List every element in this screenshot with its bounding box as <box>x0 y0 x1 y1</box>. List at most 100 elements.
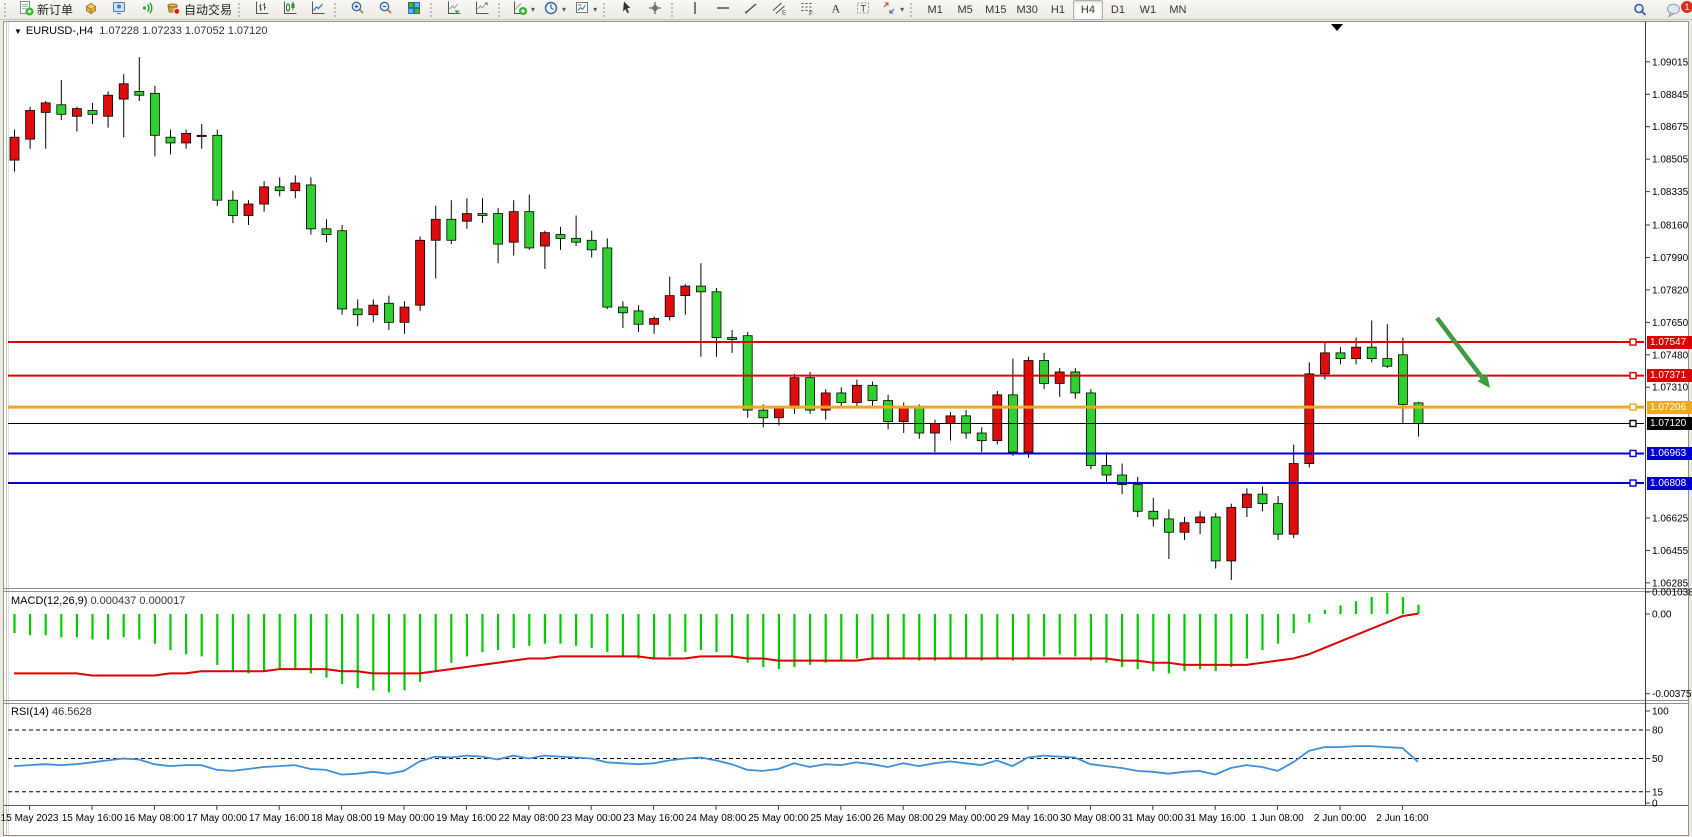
line-drag-handle[interactable] <box>1630 420 1636 426</box>
toolbar-group-grip <box>910 3 916 17</box>
timeframe-m30-button[interactable]: M30 <box>1012 0 1043 20</box>
toolbar-horizontal-line-button[interactable] <box>709 0 737 20</box>
rsi-tick-label: 80 <box>1652 726 1664 737</box>
time-axis-label: 19 May 00:00 <box>374 813 435 824</box>
toolbar-trendline-button[interactable] <box>737 0 765 20</box>
tiles-icon <box>406 0 422 19</box>
toolbar-right-group: 1 <box>1626 1 1688 21</box>
chevron-down-icon[interactable]: ▾ <box>562 6 566 14</box>
price-tick-label: 1.06455 <box>1652 546 1689 557</box>
time-axis-label: 18 May 08:00 <box>311 813 372 824</box>
time-axis-label: 31 May 00:00 <box>1122 813 1183 824</box>
toolbar-group-grip <box>671 3 677 17</box>
toolbar-line-chart-type-button[interactable] <box>304 0 332 20</box>
toolbar-chart-shift-button[interactable] <box>468 0 496 20</box>
toolbar-group-grip <box>334 3 340 17</box>
time-axis-label: 31 May 16:00 <box>1185 813 1246 824</box>
toolbar-candle-chart-type-button[interactable] <box>276 0 304 20</box>
price-tick-label: 1.08160 <box>1652 221 1689 232</box>
linechart-icon <box>310 0 326 19</box>
toolbar-arrows-button[interactable]: ▾ <box>877 0 908 20</box>
time-axis-label: 23 May 16:00 <box>623 813 684 824</box>
toolbar-crosshair-button[interactable] <box>641 0 669 20</box>
timeframe-h1-button[interactable]: H1 <box>1043 0 1073 20</box>
price-tick-label: 1.07650 <box>1652 318 1689 329</box>
toolbar-algo-trading-button[interactable]: 自动交易 <box>161 0 236 20</box>
time-axis-label: 29 May 00:00 <box>935 813 996 824</box>
trading-terminal: 新订单 自动交易 ▾ ▾ ▾ E F AT ▾ M1M5M15M30H1H4D1W1MN 1 1.0… <box>0 0 1692 837</box>
line-drag-handle[interactable] <box>1630 480 1636 486</box>
autoscroll-icon <box>446 0 462 19</box>
price-tick-label: 1.07480 <box>1652 350 1689 361</box>
time-axis-label: 25 May 16:00 <box>810 813 871 824</box>
toolbar-indicators-button[interactable]: ▾ <box>508 0 539 20</box>
chart-canvas[interactable]: 1.090151.088451.086751.085051.083351.081… <box>0 0 1692 837</box>
toolbar-tile-windows-button[interactable] <box>400 0 428 20</box>
toolbar-periods-button[interactable]: ▾ <box>539 0 570 20</box>
time-axis-label: 26 May 08:00 <box>873 813 934 824</box>
time-axis-label: 24 May 08:00 <box>686 813 747 824</box>
toolbar-group-grip <box>430 3 436 17</box>
time-axis-label: 15 May 2023 <box>1 813 59 824</box>
price-tick-label: 1.08335 <box>1652 187 1689 198</box>
arrows-icon <box>881 0 897 19</box>
toolbar-cursor-button[interactable] <box>613 0 641 20</box>
rsi-indicator-label: RSI(14) 46.5628 <box>11 706 92 718</box>
rsi-tick-label: 50 <box>1652 754 1664 765</box>
macd-tick-label: -0.003759 <box>1652 689 1692 700</box>
timeframe-h4-button[interactable]: H4 <box>1073 0 1103 20</box>
time-axis-label: 25 May 00:00 <box>748 813 809 824</box>
toolbar-equidistant-channel-button[interactable]: E <box>765 0 793 20</box>
toolbar-market-watch-button[interactable] <box>105 0 133 20</box>
textA-icon: A <box>827 0 843 19</box>
trend-icon <box>743 0 759 19</box>
line-drag-handle[interactable] <box>1630 339 1636 345</box>
rsi-tick-label: 0 <box>1652 799 1658 810</box>
time-axis-label: 2 Jun 16:00 <box>1376 813 1429 824</box>
toolbar-auto-scroll-button[interactable] <box>440 0 468 20</box>
toolbar-text-button[interactable]: A <box>821 0 849 20</box>
time-axis-label: 23 May 00:00 <box>561 813 622 824</box>
timeframe-m5-button[interactable]: M5 <box>950 0 980 20</box>
toolbar-signals-button[interactable] <box>133 0 161 20</box>
timeframe-w1-button[interactable]: W1 <box>1133 0 1163 20</box>
line-drag-handle[interactable] <box>1630 373 1636 379</box>
rsi-tick-label: 15 <box>1652 787 1664 798</box>
labelT-icon: T <box>855 0 871 19</box>
time-axis-label: 2 Jun 00:00 <box>1314 813 1367 824</box>
timeframe-d1-button[interactable]: D1 <box>1103 0 1133 20</box>
toolbar-fibonacci-button[interactable]: F <box>793 0 821 20</box>
candles-icon <box>282 0 298 19</box>
time-axis-label: 30 May 08:00 <box>1060 813 1121 824</box>
toolbar-zoom-in-button[interactable] <box>344 0 372 20</box>
chevron-down-icon[interactable]: ▾ <box>531 6 535 14</box>
symbol-dropdown-icon[interactable]: ▼ <box>14 27 22 36</box>
broadcast-icon <box>139 0 155 19</box>
chartshift-icon <box>474 0 490 19</box>
toolbar-new-order-button[interactable]: 新订单 <box>14 0 77 20</box>
vline-icon <box>687 0 703 19</box>
time-axis-label: 22 May 08:00 <box>498 813 559 824</box>
toolbar-search-button[interactable] <box>1626 1 1654 21</box>
cube-icon <box>83 0 99 19</box>
toolbar-vertical-line-button[interactable] <box>681 0 709 20</box>
price-tick-label: 1.08845 <box>1652 90 1689 101</box>
monitor-icon <box>111 0 127 19</box>
chevron-down-icon[interactable]: ▾ <box>900 6 904 14</box>
timeframe-m1-button[interactable]: M1 <box>920 0 950 20</box>
price-tick-label: 1.07820 <box>1652 285 1689 296</box>
timeframe-mn-button[interactable]: MN <box>1163 0 1193 20</box>
svg-text:F: F <box>809 11 813 17</box>
line-drag-handle[interactable] <box>1630 450 1636 456</box>
toolbar-templates-button[interactable]: ▾ <box>570 0 601 20</box>
toolbar-text-label-button[interactable]: T <box>849 0 877 20</box>
crosshair-icon <box>647 0 663 19</box>
toolbar-group-grip <box>498 3 504 17</box>
toolbar-bar-chart-type-button[interactable] <box>248 0 276 20</box>
line-drag-handle[interactable] <box>1630 404 1636 410</box>
timeframe-m15-button[interactable]: M15 <box>980 0 1011 20</box>
macd-indicator-label: MACD(12,26,9) 0.000437 0.000017 <box>11 595 185 607</box>
chevron-down-icon[interactable]: ▾ <box>593 6 597 14</box>
toolbar-data-window-button[interactable] <box>77 0 105 20</box>
toolbar-zoom-out-button[interactable] <box>372 0 400 20</box>
